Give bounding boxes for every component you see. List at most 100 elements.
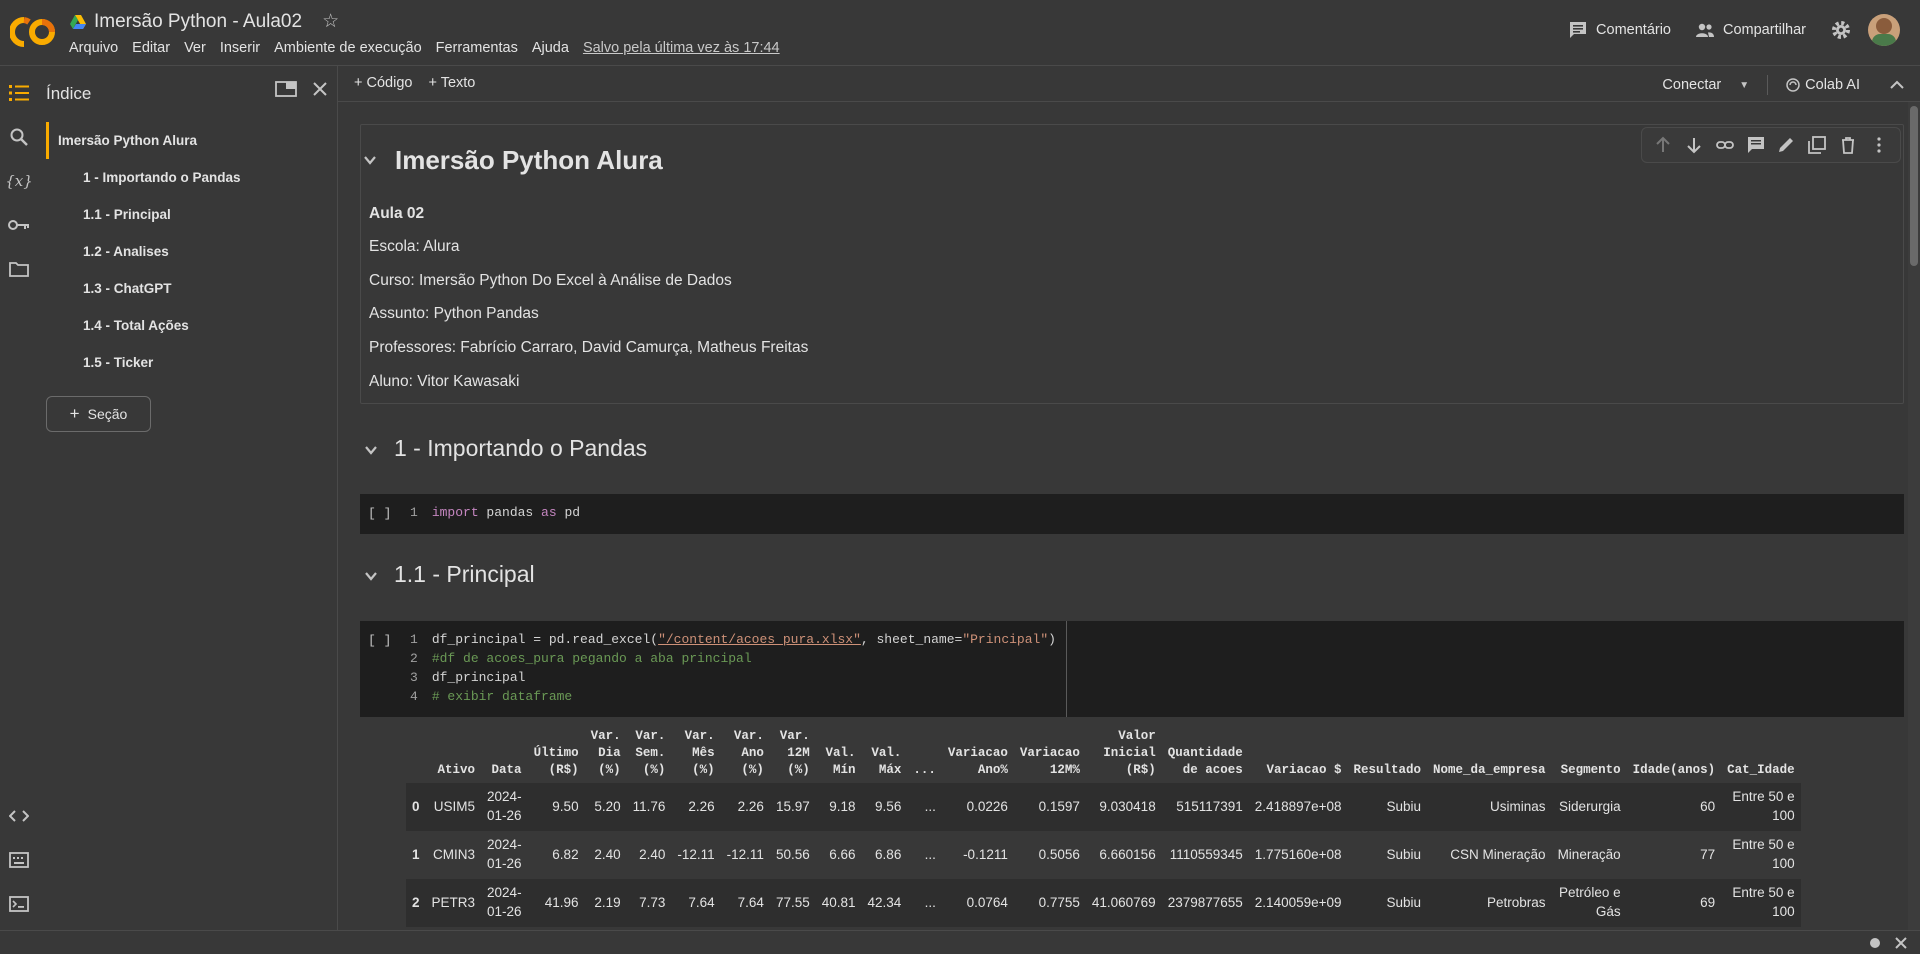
table-cell: 0.0764 [941,878,1014,927]
menu-arquivo[interactable]: Arquivo [69,40,118,56]
delete-icon[interactable] [1839,136,1857,154]
table-cell: 41.060769 [1085,878,1162,927]
close-icon[interactable] [311,80,329,98]
toc-item-imersao[interactable]: Imersão Python Alura [46,122,336,159]
menu-ambiente[interactable]: Ambiente de execução [274,40,422,56]
table-cell: 2.26 [720,782,770,831]
close-icon[interactable] [1894,936,1908,950]
open-in-tab-icon[interactable] [275,80,297,98]
table-cell: 42.34 [861,878,908,927]
index-header [406,724,426,783]
move-down-icon[interactable] [1685,136,1703,154]
table-cell: 41.96 [527,878,585,927]
google-drive-icon[interactable] [70,14,86,30]
runtime-actions: Conectar ▼ Colab AI [1662,75,1904,95]
variables-icon[interactable]: {x} [5,169,33,193]
dataframe-output: Ativo Data Último (R$) Var. Dia (%) Var. Sem. (%)… [406,724,1801,927]
file-path-link[interactable]: "/content/acoes_pura.xlsx" [658,632,861,647]
connect-dropdown-icon[interactable]: ▼ [1739,80,1749,91]
search-icon[interactable] [7,125,31,149]
column-header: Ativo [437,762,476,777]
toc-item-analises[interactable]: 1.2 - Analises [46,233,336,270]
link-icon[interactable] [1715,136,1734,154]
toc-item-importando[interactable]: 1 - Importando o Pandas [46,159,336,196]
table-cell: 77.55 [769,878,816,927]
edit-icon[interactable] [1777,136,1795,154]
folder-icon[interactable] [7,257,31,281]
colab-logo[interactable] [10,12,56,52]
menu-bar: Arquivo Editar Ver Inserir Ambiente de e… [69,40,794,56]
column-header: Var. 12M (%) [779,729,810,777]
command-palette-icon[interactable] [7,848,31,872]
table-cell: Entre 50 e 100 [1721,878,1801,927]
menu-inserir[interactable]: Inserir [220,40,260,56]
comment-icon[interactable] [1747,136,1765,154]
table-row: 2 PETR3 2024- 01-26 41.96 2.19 7.73 7.64 7.64 77.… [406,878,1801,927]
table-cell: Usiminas [1427,782,1552,831]
header: Imersão Python - Aula02 ☆ Arquivo Editar… [0,0,1920,66]
code-cell-import[interactable]: [ ] 1 import pandas as pd [360,494,1904,534]
user-avatar[interactable] [1868,14,1900,46]
toc-item-total-acoes[interactable]: 1.4 - Total Ações [46,307,336,344]
table-cell: 1.775160e+08 [1248,830,1348,879]
add-text-button[interactable]: + Texto [428,75,475,91]
table-cell: 9.030418 [1085,782,1162,831]
copy-icon[interactable] [1808,136,1827,154]
terminal-icon[interactable] [7,892,31,916]
dataframe-table: Ativo Data Último (R$) Var. Dia (%) Var. Sem. (%)… [406,724,1801,927]
connect-button[interactable]: Conectar [1662,77,1721,93]
notebook-title[interactable]: Imersão Python - Aula02 [94,11,302,33]
table-cell: Mineração [1551,830,1627,879]
comment-icon [1570,22,1587,38]
toc-item-principal[interactable]: 1.1 - Principal [46,196,336,233]
plus-icon: + [69,404,80,423]
table-cell: PETR3 [425,878,482,927]
table-cell: 6.66 [815,830,862,879]
toolbar-divider [1767,75,1769,95]
table-cell: 0.7755 [1013,878,1086,927]
toc-icon[interactable] [7,81,31,105]
toc-item-chatgpt[interactable]: 1.3 - ChatGPT [46,270,336,307]
table-cell: 2.40 [584,830,627,879]
toc-item-ticker[interactable]: 1.5 - Ticker [46,344,336,381]
section-chevron-icon[interactable] [364,443,378,457]
line-number: 3 [410,670,418,685]
scrollbar-thumb[interactable] [1910,106,1918,266]
share-button[interactable]: Compartilhar [1695,20,1806,40]
table-cell: 77 [1626,830,1722,879]
colab-ai-button[interactable]: Colab AI [1786,77,1860,93]
menu-ver[interactable]: Ver [184,40,206,56]
vertical-scrollbar[interactable] [1908,102,1920,930]
add-text-label: Texto [440,75,476,91]
collapse-chevron-icon[interactable] [363,153,377,167]
code-cell-read-excel[interactable]: [ ] 1 df_principal = pd.read_excel("/con… [360,621,1904,717]
section-chevron-icon[interactable] [364,569,378,583]
column-header: Segmento [1560,762,1621,777]
collapse-header-icon[interactable] [1890,80,1904,90]
run-cell-button[interactable]: [ ] [368,506,391,521]
comment-button[interactable]: Comentário [1568,20,1671,40]
code-token: as [541,505,557,520]
column-header: Var. Ano (%) [733,729,764,777]
gear-icon[interactable] [1830,19,1852,41]
code-snippets-icon[interactable] [7,804,31,828]
table-cell: Subiu [1347,830,1428,879]
markdown-cell[interactable]: Imersão Python Alura Aula 02 Escola: Alu… [360,124,1904,404]
people-icon [1696,23,1714,37]
key-icon[interactable] [7,213,31,237]
add-section-button[interactable]: + Seção [46,396,151,432]
menu-editar[interactable]: Editar [132,40,170,56]
run-cell-button[interactable]: [ ] [368,633,391,648]
move-up-icon[interactable] [1654,136,1672,154]
star-icon[interactable]: ☆ [322,10,339,33]
add-code-button[interactable]: + Código [354,75,412,91]
more-options-icon[interactable] [1870,136,1888,154]
last-saved-link[interactable]: Salvo pela última vez às 17:44 [583,40,780,56]
table-header-row: Ativo Data Último (R$) Var. Dia (%) Var. Sem. (%)… [406,724,1801,783]
notebook-area: + Código + Texto Conectar ▼ Colab AI Ime… [338,66,1920,930]
lesson-label: Aula 02 [369,205,425,222]
table-cell: 5.20 [584,782,627,831]
menu-ajuda[interactable]: Ajuda [532,40,569,56]
menu-ferramentas[interactable]: Ferramentas [436,40,518,56]
table-cell: 515117391 [1161,782,1249,831]
